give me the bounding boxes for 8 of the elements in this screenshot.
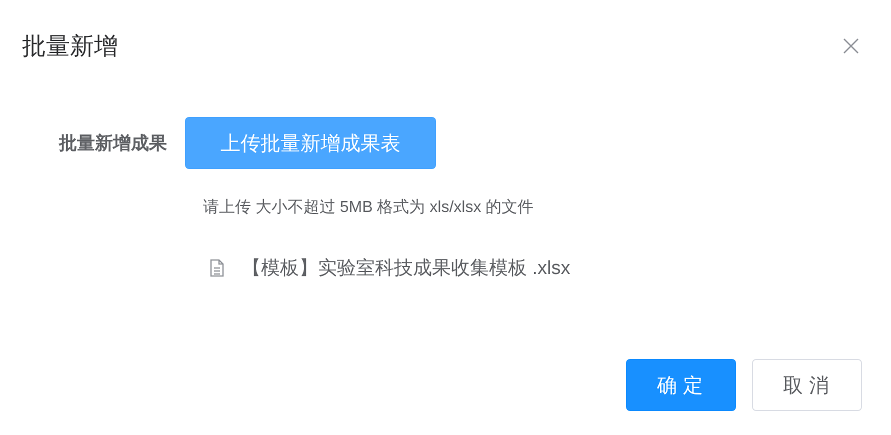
confirm-button[interactable]: 确定 <box>626 359 736 411</box>
cancel-button[interactable]: 取消 <box>752 359 862 411</box>
dialog-title: 批量新增 <box>22 32 118 62</box>
document-icon <box>210 259 224 277</box>
close-icon[interactable] <box>843 38 859 54</box>
form-label: 批量新增成果 <box>58 132 168 155</box>
file-link[interactable]: 【模板】实验室科技成果收集模板 .xlsx <box>242 255 570 281</box>
upload-hint: 请上传 大小不超过 5MB 格式为 xls/xlsx 的文件 <box>203 198 535 218</box>
